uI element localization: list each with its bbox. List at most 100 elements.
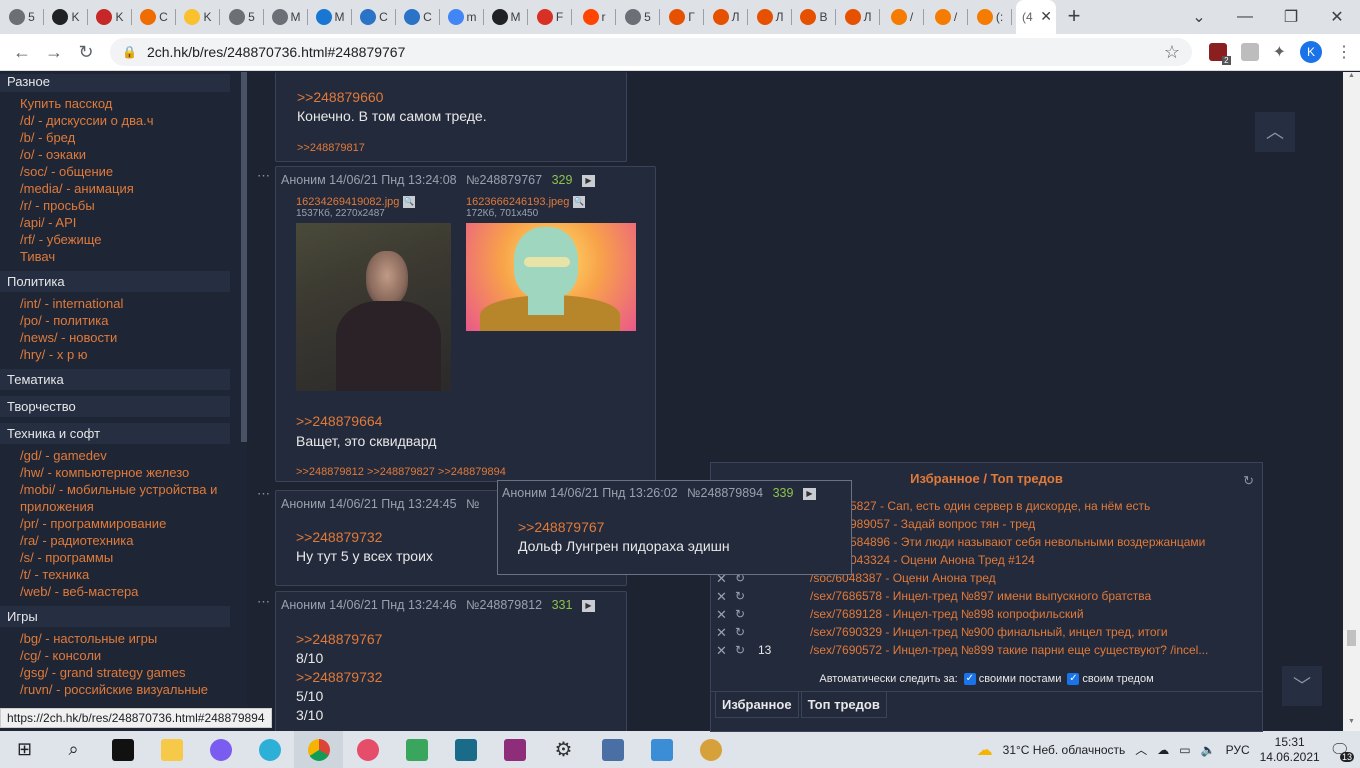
- sidebar-board-link[interactable]: /cg/ - консоли: [0, 647, 237, 664]
- sidebar-board-link[interactable]: /api/ - API: [0, 214, 237, 231]
- sidebar-board-link[interactable]: /pr/ - программирование: [0, 515, 237, 532]
- sidebar-board-link[interactable]: /ruvn/ - российские визуальные: [0, 681, 237, 698]
- search-image-icon[interactable]: 🔍: [403, 195, 416, 208]
- refresh-thread-icon[interactable]: ↻: [735, 643, 745, 657]
- reply-link[interactable]: >>248879664: [296, 413, 382, 429]
- sidebar-board-link[interactable]: /mobi/ - мобильные устройства и приложен…: [0, 481, 237, 515]
- reply-link[interactable]: >>248879767: [296, 631, 382, 647]
- reply-link[interactable]: >>248879732: [296, 529, 382, 545]
- post-id[interactable]: №248879812: [466, 598, 542, 612]
- sidebar-board-link[interactable]: /bg/ - настольные игры: [0, 630, 237, 647]
- favorite-thread-link[interactable]: 043324 - Оцени Анона Тред #124: [850, 553, 1035, 567]
- layers-app-icon[interactable]: [392, 731, 441, 768]
- browser-tab[interactable]: F: [528, 0, 572, 34]
- archiver-icon[interactable]: [490, 731, 539, 768]
- browser-tab[interactable]: M: [308, 0, 352, 34]
- sidebar-board-link[interactable]: /s/ - программы: [0, 549, 237, 566]
- refresh-thread-icon[interactable]: ↻: [735, 589, 745, 603]
- favorite-thread-link[interactable]: /sex/7689128 - Инцел-тред №898 копрофиль…: [810, 607, 1084, 621]
- reload-button[interactable]: ↻: [70, 42, 102, 63]
- settings-gear-icon[interactable]: ⚙: [539, 731, 588, 768]
- scroll-down-arrow[interactable]: ▼: [1343, 718, 1360, 732]
- browser-tab[interactable]: C: [396, 0, 440, 34]
- file-name[interactable]: 1623666246193.jpeg: [466, 196, 569, 208]
- scroll-up-button[interactable]: ︿: [1255, 112, 1295, 152]
- browser-tab[interactable]: 5: [220, 0, 264, 34]
- game-app-icon[interactable]: [441, 731, 490, 768]
- reply-link[interactable]: >>248879660: [297, 89, 383, 105]
- sidebar-category[interactable]: Тематика: [0, 369, 230, 390]
- remove-favorite-icon[interactable]: ✕: [716, 607, 727, 623]
- control-panel-icon[interactable]: [637, 731, 686, 768]
- new-tab-button[interactable]: +: [1056, 0, 1092, 34]
- remove-favorite-icon[interactable]: ✕: [716, 625, 727, 641]
- refresh-icon[interactable]: ↻: [1243, 473, 1254, 489]
- browser-tab[interactable]: (:: [968, 0, 1012, 34]
- sidebar-category[interactable]: Разное: [0, 74, 230, 92]
- sidebar-board-link[interactable]: /o/ - оэкаки: [0, 146, 237, 163]
- favorite-thread-link[interactable]: 5827 - Сап, есть один сервер в дискорде,…: [850, 499, 1150, 513]
- browser-tab[interactable]: m: [440, 0, 484, 34]
- close-window-button[interactable]: ✕: [1314, 7, 1360, 27]
- sidebar-board-link[interactable]: /news/ - новости: [0, 329, 237, 346]
- ublock-extension-icon[interactable]: 2: [1208, 43, 1231, 65]
- page-scrollbar[interactable]: ▲ ▼: [1343, 72, 1360, 732]
- refresh-thread-icon[interactable]: ↻: [735, 625, 745, 639]
- post-menu-dots[interactable]: ⋯: [257, 486, 270, 502]
- backlink[interactable]: >>248879812 >>248879827 >>248879894: [296, 466, 506, 478]
- favorite-thread-row[interactable]: ✕ ↻ /sex/7690329 - Инцел-тред №900 финальн…: [711, 625, 1264, 643]
- language-indicator[interactable]: РУС: [1226, 743, 1250, 757]
- browser-tab[interactable]: Г: [660, 0, 704, 34]
- sidebar-board-link[interactable]: /gd/ - gamedev: [0, 447, 237, 464]
- restore-button[interactable]: ❐: [1268, 7, 1314, 27]
- sidebar-board-link[interactable]: /rf/ - убежище: [0, 231, 237, 248]
- reply-link[interactable]: >>248879767: [518, 519, 604, 535]
- edge-icon[interactable]: [245, 731, 294, 768]
- browser-tab[interactable]: M: [264, 0, 308, 34]
- post-menu-icon[interactable]: ▶: [581, 599, 595, 612]
- backlink[interactable]: >>248879817: [297, 142, 365, 154]
- scroll-up-arrow[interactable]: ▲: [1343, 72, 1360, 86]
- sidebar-board-link[interactable]: /media/ - анимация: [0, 180, 237, 197]
- bookmark-star-icon[interactable]: ☆: [1164, 42, 1180, 63]
- active-tab[interactable]: (4 ✕: [1016, 0, 1056, 34]
- sidebar-board-link[interactable]: /b/ - бред: [0, 129, 237, 146]
- sidebar-board-link[interactable]: /d/ - дискуссии о два.ч: [0, 112, 237, 129]
- start-button[interactable]: ⊞: [0, 731, 49, 768]
- nvidia-app-icon[interactable]: [98, 731, 147, 768]
- network-icon[interactable]: ▭: [1179, 743, 1190, 757]
- browser-tab[interactable]: /: [924, 0, 968, 34]
- onedrive-icon[interactable]: ☁: [1157, 743, 1169, 757]
- browser-tab[interactable]: M: [484, 0, 528, 34]
- sidebar-board-link[interactable]: /int/ - international: [0, 295, 237, 312]
- extensions-puzzle-icon[interactable]: ✦: [1273, 42, 1286, 62]
- browser-tab[interactable]: 5: [616, 0, 660, 34]
- sidebar-board-link[interactable]: /po/ - политика: [0, 312, 237, 329]
- favorite-thread-link[interactable]: /sex/7690572 - Инцел-тред №899 такие пар…: [810, 643, 1208, 657]
- image-thumbnail-squidward[interactable]: [466, 223, 636, 331]
- volume-icon[interactable]: 🔈: [1201, 743, 1216, 757]
- favorite-thread-link[interactable]: 989057 - Задай вопрос тян - тред: [850, 517, 1035, 531]
- remove-favorite-icon[interactable]: ✕: [716, 589, 727, 605]
- tab-search-icon[interactable]: ⌄: [1176, 7, 1222, 27]
- lock-icon[interactable]: 🔒: [122, 45, 137, 59]
- address-bar[interactable]: 🔒 2ch.hk/b/res/248870736.html#248879767 …: [110, 38, 1192, 66]
- sidebar-category[interactable]: Творчество: [0, 396, 230, 417]
- sidebar-board-link[interactable]: /ra/ - радиотехника: [0, 532, 237, 549]
- clock[interactable]: 15:31 14.06.2021: [1260, 735, 1320, 765]
- reply-link[interactable]: >>248879732: [296, 669, 382, 685]
- refresh-thread-icon[interactable]: ↻: [735, 607, 745, 621]
- search-button[interactable]: ⌕: [49, 731, 98, 768]
- profile-avatar[interactable]: K: [1300, 41, 1322, 63]
- favorite-thread-row[interactable]: ✕ ↻ /sex/7686578 - Инцел-тред №897 имени в…: [711, 589, 1264, 607]
- sidebar-board-link[interactable]: Тивач: [0, 248, 237, 265]
- discord-icon[interactable]: [196, 731, 245, 768]
- browser-tab[interactable]: C: [352, 0, 396, 34]
- search-image-icon[interactable]: 🔍: [573, 195, 586, 208]
- favorite-thread-link[interactable]: 584896 - Эти люди называют себя невольны…: [850, 535, 1205, 549]
- palette-app-icon[interactable]: [686, 731, 735, 768]
- paint-app-icon[interactable]: [343, 731, 392, 768]
- remove-favorite-icon[interactable]: ✕: [716, 643, 727, 659]
- own-posts-checkbox[interactable]: ✓: [963, 673, 976, 686]
- file-explorer-icon[interactable]: [147, 731, 196, 768]
